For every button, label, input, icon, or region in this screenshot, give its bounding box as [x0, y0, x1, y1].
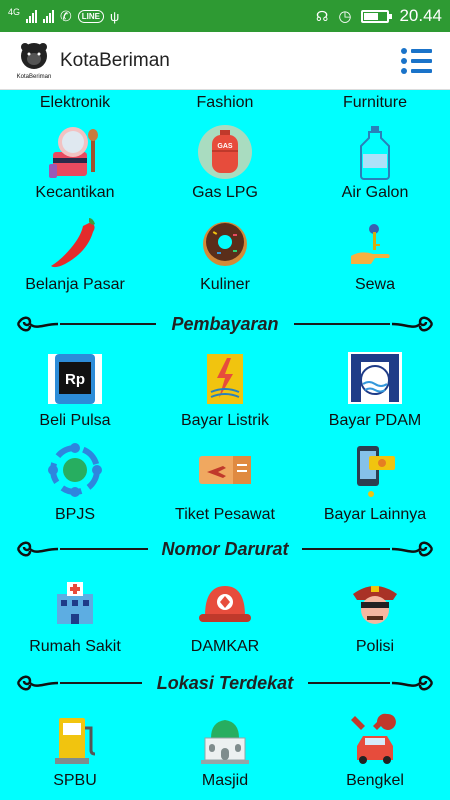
- service-label: Sewa: [354, 276, 396, 293]
- battery-icon: [361, 9, 393, 23]
- car-repair-icon: [351, 713, 396, 764]
- service-belanja-pasar[interactable]: Belanja Pasar: [0, 214, 150, 300]
- gas-cylinder-icon: GAS: [198, 125, 252, 179]
- menu-list-icon[interactable]: [400, 46, 432, 76]
- donut-icon: [203, 222, 247, 266]
- category-label: Furniture: [342, 94, 408, 111]
- clock-time: 20.44: [399, 6, 442, 25]
- bpjs-icon: [48, 443, 102, 497]
- service-bayar-pdam[interactable]: Bayar PDAM: [300, 348, 450, 434]
- section-title: Lokasi Terdekat: [150, 673, 300, 693]
- mobile-payment-icon: [357, 446, 395, 497]
- home-grid: Elektronik Fashion Furniture Kecantikan …: [0, 90, 450, 800]
- chili-icon: [51, 218, 95, 268]
- phone-credit-icon: Rp: [48, 354, 102, 404]
- service-label: DAMKAR: [190, 638, 260, 655]
- section-divider-lokasi-terdekat: Lokasi Terdekat: [16, 670, 434, 696]
- network-type: 4G: [8, 7, 21, 17]
- mosque-icon: [201, 720, 249, 764]
- service-label: Air Galon: [341, 184, 409, 201]
- category-elektronik[interactable]: Elektronik: [0, 90, 150, 120]
- hospital-icon: [57, 582, 93, 624]
- app-bar: KotaBeriman KotaBeriman: [0, 32, 450, 90]
- service-gas-lpg[interactable]: GAS Gas LPG: [150, 122, 300, 208]
- service-polisi[interactable]: Polisi: [300, 576, 450, 662]
- signal-icon-2: [43, 9, 55, 23]
- service-tiket-pesawat[interactable]: Tiket Pesawat: [150, 442, 300, 528]
- service-rumah-sakit[interactable]: Rumah Sakit: [0, 576, 150, 662]
- cosmetics-icon: [49, 127, 98, 178]
- service-label: SPBU: [53, 772, 97, 789]
- signal-icon: [26, 9, 38, 23]
- alarm-icon: ◷: [338, 8, 352, 25]
- service-label: Masjid: [201, 772, 249, 789]
- service-bayar-lainnya[interactable]: Bayar Lainnya: [300, 442, 450, 528]
- service-bpjs[interactable]: BPJS: [0, 442, 150, 528]
- status-bar: 4G ✆ LINE ψ ☊ ◷ 20.44: [0, 0, 450, 32]
- phone-icon: ✆: [60, 7, 72, 24]
- service-label: Belanja Pasar: [25, 276, 125, 293]
- svg-text:Rp: Rp: [65, 371, 85, 388]
- service-label: Bayar Lainnya: [323, 506, 427, 523]
- service-label: Bengkel: [346, 772, 404, 789]
- section-title: Pembayaran: [165, 314, 285, 334]
- hand-key-icon: [351, 224, 390, 264]
- usb-icon: ψ: [109, 8, 120, 24]
- water-gallon-icon: [360, 126, 390, 180]
- service-label: Kuliner: [200, 276, 250, 293]
- fuel-pump-icon: [55, 718, 96, 764]
- service-spbu[interactable]: SPBU: [0, 710, 150, 796]
- service-beli-pulsa[interactable]: Rp Beli Pulsa: [0, 348, 150, 434]
- service-bengkel[interactable]: Bengkel: [300, 710, 450, 796]
- category-fashion[interactable]: Fashion: [150, 90, 300, 120]
- service-label: BPJS: [54, 506, 95, 523]
- category-label: Elektronik: [39, 94, 111, 111]
- service-masjid[interactable]: Masjid: [150, 710, 300, 796]
- service-label: Polisi: [355, 638, 395, 655]
- water-utility-icon: [348, 352, 402, 404]
- app-logo-icon: KotaBeriman: [16, 43, 52, 80]
- service-kecantikan[interactable]: Kecantikan: [0, 122, 150, 208]
- service-label: Bayar Listrik: [180, 412, 270, 429]
- service-label: Kecantikan: [35, 184, 115, 201]
- headset-icon: ☊: [315, 7, 329, 24]
- service-label: Tiket Pesawat: [175, 506, 275, 523]
- section-title: Nomor Darurat: [155, 539, 295, 559]
- line-app-icon: LINE: [77, 9, 104, 23]
- app-title: KotaBeriman: [60, 50, 170, 71]
- svg-text:GAS: GAS: [217, 143, 233, 150]
- category-label: Fashion: [196, 94, 254, 111]
- category-furniture[interactable]: Furniture: [300, 90, 450, 120]
- service-bayar-listrik[interactable]: Bayar Listrik: [150, 348, 300, 434]
- service-label: Gas LPG: [192, 184, 258, 201]
- service-damkar[interactable]: DAMKAR: [150, 576, 300, 662]
- plane-ticket-icon: [199, 456, 251, 484]
- service-label: Beli Pulsa: [39, 412, 111, 429]
- section-divider-nomor-darurat: Nomor Darurat: [16, 536, 434, 562]
- section-divider-pembayaran: Pembayaran: [16, 311, 434, 337]
- police-icon: [353, 586, 397, 624]
- firefighter-helmet-icon: [199, 586, 251, 622]
- service-kuliner[interactable]: Kuliner: [150, 214, 300, 300]
- service-label: Bayar PDAM: [328, 412, 422, 429]
- service-air-galon[interactable]: Air Galon: [300, 122, 450, 208]
- service-label: Rumah Sakit: [29, 638, 121, 655]
- electricity-icon: [207, 354, 243, 404]
- svg-text:KotaBeriman: KotaBeriman: [17, 74, 52, 80]
- service-sewa[interactable]: Sewa: [300, 214, 450, 300]
